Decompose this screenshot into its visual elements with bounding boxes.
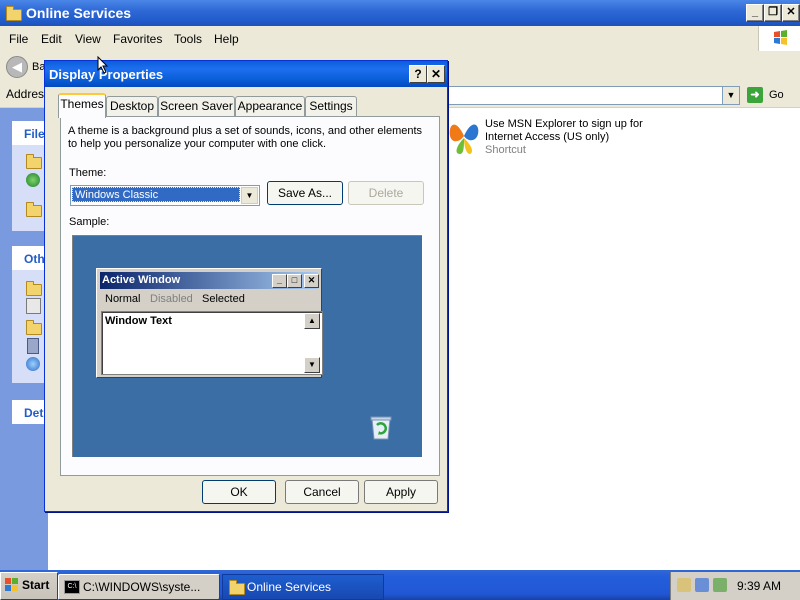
sample-label: Sample: bbox=[69, 216, 110, 228]
sample-window-title-bar: Active Window _ □ ✕ bbox=[100, 272, 319, 289]
folder-share-icon[interactable] bbox=[26, 202, 42, 217]
windows-flag-icon bbox=[5, 578, 18, 591]
ok-button[interactable]: OK bbox=[202, 480, 276, 504]
system-tray: 9:39 AM bbox=[670, 572, 800, 600]
document-icon[interactable] bbox=[26, 298, 41, 314]
go-button[interactable]: ➜ Go bbox=[745, 86, 795, 104]
windows-logo-icon bbox=[758, 26, 800, 51]
folder-icon bbox=[229, 580, 245, 595]
computer-icon[interactable] bbox=[27, 338, 39, 354]
tab-appearance[interactable]: Appearance bbox=[235, 96, 305, 116]
globe-icon[interactable] bbox=[26, 173, 40, 187]
menu-view[interactable]: View bbox=[75, 32, 101, 46]
recycle-bin-icon bbox=[368, 413, 394, 441]
back-arrow-icon[interactable]: ◀ bbox=[6, 56, 28, 78]
delete-button: Delete bbox=[348, 181, 424, 205]
go-arrow-icon: ➜ bbox=[747, 87, 763, 103]
window-title-bar[interactable]: Online Services _ ❐ ✕ bbox=[0, 0, 800, 26]
taskbar-item-cmd[interactable]: C:\ C:\WINDOWS\syste... bbox=[58, 574, 220, 600]
clock[interactable]: 9:39 AM bbox=[737, 579, 781, 593]
folder-icon[interactable] bbox=[26, 154, 42, 169]
sample-menu-selected: Selected bbox=[202, 293, 245, 305]
menu-bar: File Edit View Favorites Tools Help bbox=[0, 26, 800, 52]
folder-icon bbox=[6, 6, 22, 21]
tray-search-icon[interactable] bbox=[677, 578, 691, 592]
help-button[interactable]: ? bbox=[409, 65, 427, 83]
msn-item-type: Shortcut bbox=[485, 144, 526, 156]
scroll-up-icon: ▲ bbox=[304, 313, 320, 329]
console-icon: C:\ bbox=[64, 580, 80, 594]
start-button[interactable]: Start bbox=[0, 572, 58, 600]
start-label: Start bbox=[22, 578, 50, 592]
minimize-button[interactable]: _ bbox=[746, 4, 764, 22]
taskbar-item-online-services[interactable]: Online Services bbox=[222, 574, 384, 600]
theme-sample-preview: Active Window _ □ ✕ Normal Disabled Sele… bbox=[71, 234, 423, 458]
sample-menu-disabled: Disabled bbox=[150, 293, 193, 305]
menu-tools[interactable]: Tools bbox=[174, 32, 202, 46]
chevron-down-icon[interactable]: ▼ bbox=[241, 187, 258, 204]
sample-menu-normal: Normal bbox=[105, 293, 141, 305]
task-section-other[interactable]: Oth bbox=[12, 246, 48, 270]
folder-icon[interactable] bbox=[26, 320, 42, 335]
theme-description-line1: A theme is a background plus a set of so… bbox=[68, 125, 423, 137]
restore-button[interactable]: ❐ bbox=[764, 4, 782, 22]
tab-settings[interactable]: Settings bbox=[305, 96, 357, 116]
theme-description-line2: to help you personalize your computer wi… bbox=[68, 138, 327, 150]
menu-favorites[interactable]: Favorites bbox=[113, 32, 162, 46]
apply-button[interactable]: Apply bbox=[364, 480, 438, 504]
display-properties-dialog: Display Properties ? ✕ Themes Desktop Sc… bbox=[44, 60, 448, 512]
menu-edit[interactable]: Edit bbox=[41, 32, 62, 46]
menu-file[interactable]: File bbox=[9, 32, 28, 46]
sample-maximize-icon: □ bbox=[287, 274, 302, 288]
sample-window-title: Active Window bbox=[102, 274, 181, 286]
sample-minimize-icon: _ bbox=[272, 274, 287, 288]
tab-themes[interactable]: Themes bbox=[58, 93, 106, 118]
menu-help[interactable]: Help bbox=[214, 32, 239, 46]
task-section-details[interactable]: Det bbox=[12, 400, 48, 424]
theme-select-value: Windows Classic bbox=[72, 187, 240, 202]
close-button[interactable]: ✕ bbox=[782, 4, 800, 22]
theme-select[interactable]: Windows Classic ▼ bbox=[70, 185, 260, 206]
theme-label: Theme: bbox=[69, 167, 107, 179]
task-section-file[interactable]: File bbox=[12, 121, 48, 145]
window-title: Online Services bbox=[26, 5, 132, 21]
scroll-down-icon: ▼ bbox=[304, 357, 320, 373]
msn-item-line2[interactable]: Internet Access (US only) bbox=[485, 131, 609, 143]
tray-update-icon[interactable] bbox=[713, 578, 727, 592]
network-icon[interactable] bbox=[26, 357, 40, 371]
address-input[interactable] bbox=[440, 86, 724, 105]
address-dropdown-button[interactable]: ▼ bbox=[722, 86, 740, 105]
sample-text-area: Window Text ▲ ▼ bbox=[101, 311, 323, 375]
tab-screen-saver[interactable]: Screen Saver bbox=[158, 96, 235, 116]
sample-window: Active Window _ □ ✕ Normal Disabled Sele… bbox=[96, 268, 323, 378]
folder-icon[interactable] bbox=[26, 281, 42, 296]
msn-butterfly-icon[interactable] bbox=[446, 116, 482, 156]
tab-desktop[interactable]: Desktop bbox=[106, 96, 158, 116]
sample-window-text: Window Text bbox=[105, 315, 172, 327]
cancel-button[interactable]: Cancel bbox=[285, 480, 359, 504]
dialog-close-button[interactable]: ✕ bbox=[427, 65, 445, 83]
save-as-button[interactable]: Save As... bbox=[267, 181, 343, 205]
mouse-cursor-icon bbox=[97, 56, 109, 74]
sample-close-icon: ✕ bbox=[304, 274, 319, 288]
tray-network-icon[interactable] bbox=[695, 578, 709, 592]
msn-item-line1[interactable]: Use MSN Explorer to sign up for bbox=[485, 118, 643, 130]
